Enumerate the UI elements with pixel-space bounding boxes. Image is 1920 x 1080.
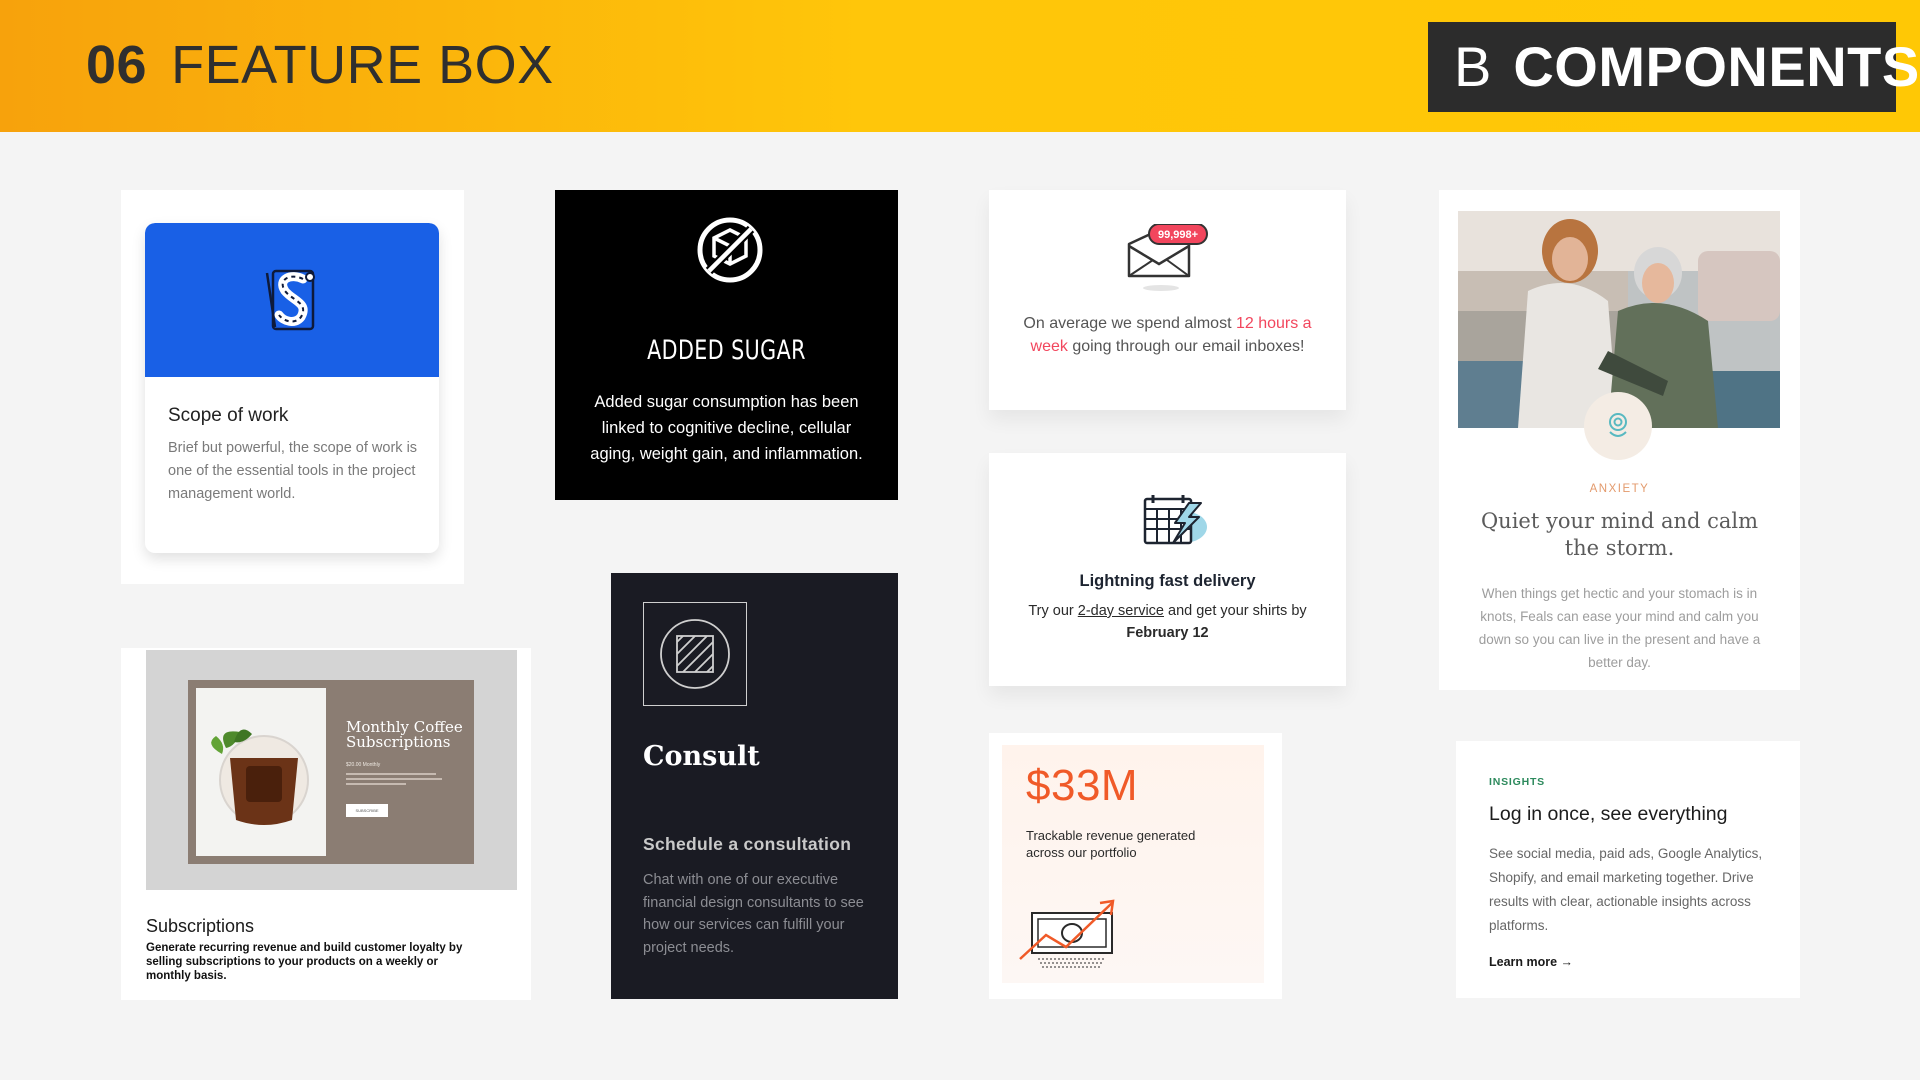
scope-document-icon	[265, 269, 315, 331]
anxiety-kicker: ANXIETY	[1589, 483, 1650, 495]
feature-card-sugar: ADDED SUGAR Added sugar consumption has …	[555, 190, 898, 500]
sugar-body: Added sugar consumption has been linked …	[590, 393, 863, 463]
delivery-text: Try our 2-day service and get your shirt…	[1019, 600, 1316, 644]
feature-card-subscriptions: Monthly Coffee Subscriptions $20.00 Mont…	[121, 648, 531, 1000]
subscription-preview-frame: Monthly Coffee Subscriptions $20.00 Mont…	[146, 650, 517, 890]
mock-title: Monthly Coffee Subscriptions	[346, 718, 463, 751]
feature-card-consult: Consult Schedule a consultation Chat wit…	[611, 573, 898, 999]
insights-title: Log in once, see everything	[1489, 803, 1728, 825]
subscriptions-body: Generate recurring revenue and build cus…	[146, 942, 463, 982]
anxiety-body: When things get hectic and your stomach …	[1478, 586, 1761, 670]
section-number: 06	[86, 35, 148, 95]
revenue-card-inner: $33M Trackable revenue generated across …	[1002, 745, 1264, 983]
mock-subscribe-button[interactable]: SUBSCRIBE	[346, 804, 388, 817]
badge-letter: B	[1454, 35, 1492, 98]
feature-card-insights: INSIGHTS Log in once, see everything See…	[1456, 741, 1800, 998]
email-text: On average we spend almost 12 hours a we…	[1011, 312, 1324, 358]
scope-body: Brief but powerful, the scope of work is…	[168, 440, 418, 502]
money-chart-icon	[1019, 899, 1115, 968]
badge-title: COMPONENTS	[1513, 35, 1920, 98]
feature-card-email: 99,998+ On average we spend almost 12 ho…	[989, 190, 1346, 410]
hatched-circle-icon	[660, 619, 730, 689]
subscription-preview: Monthly Coffee Subscriptions $20.00 Mont…	[188, 680, 474, 864]
feature-card-scope: Scope of work Brief but powerful, the sc…	[121, 190, 464, 584]
delivery-text-middle: and get your shirts by	[1163, 603, 1307, 619]
delivery-text-start: Try our	[1028, 603, 1078, 619]
consult-title: Consult	[643, 741, 760, 772]
consult-body: Chat with one of our executive financial…	[643, 872, 864, 956]
iced-coffee-image	[196, 688, 326, 856]
mock-price: $20.00 Monthly	[346, 762, 381, 768]
feals-logo	[1584, 392, 1652, 460]
scope-hero	[145, 223, 439, 377]
feature-card-delivery: Lightning fast delivery Try our 2-day se…	[989, 453, 1346, 686]
scope-card-inner: Scope of work Brief but powerful, the sc…	[145, 223, 439, 553]
calendar-lightning-icon	[1143, 495, 1207, 545]
email-text-start: On average we spend almost	[1023, 315, 1236, 332]
envelope-icon: 99,998+	[1127, 224, 1208, 291]
header-bar: 06 FEATURE BOX B COMPONENTS	[0, 0, 1920, 132]
subscriptions-title: Subscriptions	[146, 916, 255, 936]
revenue-amount: $33M	[1026, 761, 1139, 810]
feature-card-anxiety: ANXIETY Quiet your mind and calm the sto…	[1439, 190, 1800, 690]
mock-description-lines	[346, 772, 446, 788]
insights-body: See social media, paid ads, Google Analy…	[1489, 846, 1763, 933]
delivery-title: Lightning fast delivery	[1079, 572, 1256, 590]
anxiety-title: Quiet your mind and calm the storm.	[1480, 509, 1759, 560]
consult-subtitle: Schedule a consultation	[643, 834, 852, 854]
delivery-date: February 12	[1126, 625, 1209, 641]
scope-title: Scope of work	[168, 405, 289, 426]
two-day-service-link[interactable]: 2-day service	[1078, 603, 1164, 619]
email-text-end: going through our email inboxes!	[1067, 338, 1305, 355]
no-sugar-icon	[697, 217, 763, 283]
sugar-title: ADDED SUGAR	[647, 335, 806, 366]
email-count-badge: 99,998+	[1158, 229, 1198, 241]
components-badge: B COMPONENTS	[1428, 22, 1919, 112]
feature-card-revenue: $33M Trackable revenue generated across …	[989, 733, 1282, 999]
insights-kicker: INSIGHTS	[1489, 776, 1545, 788]
feals-logo-icon	[1609, 413, 1627, 437]
consult-icon-frame	[643, 602, 747, 706]
learn-more-link[interactable]: Learn more →	[1489, 955, 1573, 969]
section-title: 06 FEATURE BOX	[86, 34, 554, 96]
section-name: FEATURE BOX	[171, 35, 554, 95]
revenue-body: Trackable revenue generated across our p…	[1026, 828, 1196, 860]
